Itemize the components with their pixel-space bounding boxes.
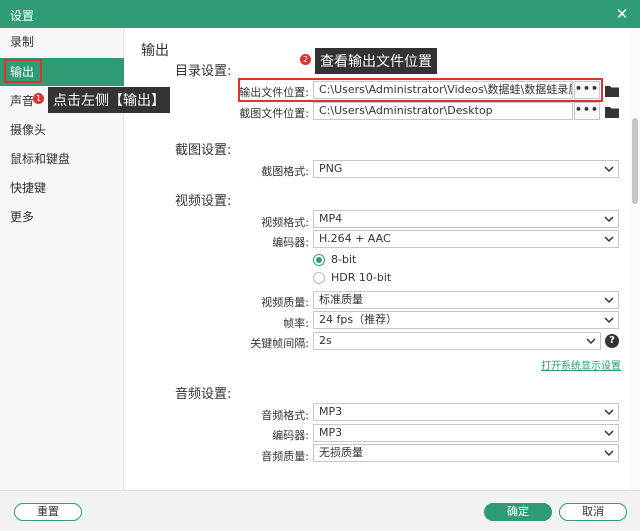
help-icon[interactable]: ? (605, 334, 619, 348)
open-system-display-settings-link[interactable]: 打开系统显示设置 (541, 357, 621, 372)
hdr10-radio[interactable] (313, 272, 325, 284)
screenshot-location-field[interactable]: C:\Users\Administrator\Desktop (313, 102, 573, 120)
video-encoder-select[interactable]: H.264 + AAC (313, 230, 619, 248)
sidebar-item-mouse-keyboard[interactable]: 鼠标和键盘 (0, 145, 124, 173)
chevron-down-icon (604, 450, 614, 457)
title-bar: 设置 ✕ (0, 0, 640, 28)
audio-format-select[interactable]: MP3 (313, 403, 619, 421)
sidebar-item-hotkeys[interactable]: 快捷键 (0, 174, 124, 202)
page-title: 输出 (141, 43, 169, 59)
video-encoder-value: H.264 + AAC (319, 232, 391, 245)
ok-button[interactable]: 确定 (484, 503, 552, 521)
keyframe-interval-select[interactable]: 2s (313, 332, 601, 350)
audio-format-value: MP3 (319, 405, 343, 418)
video-format-select[interactable]: MP4 (313, 210, 619, 228)
video-quality-value: 标准质量 (319, 293, 363, 306)
step2-badge: 2 (300, 54, 311, 65)
audio-format-label: 音频格式: (261, 409, 309, 422)
bit8-radio[interactable] (313, 254, 325, 266)
chevron-down-icon (604, 317, 614, 324)
window-title: 设置 (10, 9, 35, 23)
bit8-label: 8-bit (331, 253, 357, 266)
keyframe-interval-value: 2s (319, 334, 332, 347)
video-format-label: 视频格式: (261, 216, 309, 229)
close-icon[interactable]: ✕ (612, 4, 632, 24)
frame-rate-select[interactable]: 24 fps（推荐） (313, 311, 619, 329)
step1-badge: 1 (33, 93, 44, 104)
chevron-down-icon (604, 236, 614, 243)
keyframe-interval-label: 关键帧间隔: (250, 337, 309, 350)
audio-encoder-select[interactable]: MP3 (313, 424, 619, 442)
video-quality-label: 视频质量: (261, 296, 309, 309)
video-quality-select[interactable]: 标准质量 (313, 291, 619, 309)
output-highlight-box (4, 59, 42, 83)
frame-rate-label: 帧率: (283, 317, 309, 330)
screenshot-format-label: 截图格式: (261, 165, 309, 178)
audio-encoder-value: MP3 (319, 426, 343, 439)
chevron-down-icon (604, 430, 614, 437)
frame-rate-value: 24 fps（推荐） (319, 313, 398, 326)
footer-bar: 重置 确定 取消 (0, 490, 640, 531)
sidebar-item-more[interactable]: 更多 (0, 203, 124, 231)
audio-quality-value: 无损质量 (319, 446, 363, 459)
screenshot-format-select[interactable]: PNG (313, 160, 619, 178)
screenshot-browse-button[interactable]: ••• (574, 102, 600, 120)
step2-callout: 查看输出文件位置 (315, 48, 437, 74)
video-section-title: 视频设置: (175, 194, 232, 209)
hdr10-label: HDR 10-bit (331, 271, 392, 284)
audio-encoder-label: 编码器: (272, 429, 309, 442)
screenshot-folder-icon[interactable] (605, 106, 619, 118)
cancel-button[interactable]: 取消 (559, 503, 627, 521)
output-folder-icon[interactable] (605, 85, 619, 97)
screenshot-section-title: 截图设置: (175, 143, 232, 158)
chevron-down-icon (604, 216, 614, 223)
step1-callout: 点击左侧【输出】 (48, 87, 170, 113)
audio-quality-select[interactable]: 无损质量 (313, 444, 619, 462)
audio-quality-label: 音频质量: (261, 450, 309, 463)
screenshot-format-value: PNG (319, 162, 343, 175)
directory-section-title: 目录设置: (175, 64, 232, 79)
screenshot-location-label: 截图文件位置: (239, 107, 309, 120)
chevron-down-icon (604, 409, 614, 416)
video-format-value: MP4 (319, 212, 343, 225)
scrollbar-track[interactable] (630, 28, 640, 490)
output-location-highlight-box (238, 78, 603, 102)
chevron-down-icon (604, 297, 614, 304)
chevron-down-icon (586, 338, 596, 345)
sidebar-item-camera[interactable]: 摄像头 (0, 116, 124, 144)
scrollbar-thumb[interactable] (632, 118, 638, 204)
video-encoder-label: 编码器: (272, 236, 309, 249)
reset-button[interactable]: 重置 (14, 503, 82, 521)
chevron-down-icon (604, 166, 614, 173)
sidebar-item-record[interactable]: 录制 (0, 28, 124, 56)
audio-section-title: 音频设置: (175, 387, 232, 402)
